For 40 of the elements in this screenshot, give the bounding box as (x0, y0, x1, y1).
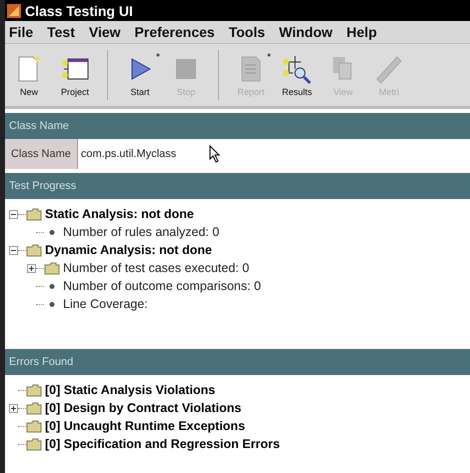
menu-item[interactable]: Test (47, 24, 75, 40)
collapse-icon[interactable] (9, 246, 18, 254)
folder-icon (26, 244, 42, 256)
app-icon (7, 4, 21, 18)
expand-icon[interactable] (9, 404, 18, 412)
menu-item[interactable]: Help (346, 24, 377, 40)
section-header: Errors Found (5, 349, 470, 375)
tree-item[interactable]: Line Coverage: (63, 297, 148, 311)
section-header: Class Name (5, 113, 470, 139)
toolbar-button[interactable]: New (7, 53, 51, 97)
tree-item[interactable]: Static Analysis: not done (45, 207, 194, 221)
cursor-icon (208, 145, 221, 163)
folder-icon (26, 384, 42, 396)
toolbar-button[interactable]: Project (53, 53, 97, 97)
tree-item[interactable]: Dynamic Analysis: not done (45, 243, 212, 257)
tree-item[interactable]: Number of outcome comparisons: 0 (63, 279, 262, 293)
tree-item[interactable]: [0] Static Analysis Violations (45, 383, 216, 397)
tree-magnifier-icon (281, 53, 313, 85)
tree-item[interactable]: [0] Uncaught Runtime Exceptions (45, 419, 246, 433)
folder-icon (26, 420, 42, 432)
field-label: Class Name (5, 139, 78, 169)
tree-item[interactable]: Number of test cases executed: 0 (63, 261, 250, 275)
folder-icon (44, 262, 60, 274)
collapse-icon[interactable] (9, 210, 18, 218)
menu-item[interactable]: View (88, 24, 121, 40)
tree-item[interactable]: [0] Design by Contract Violations (45, 401, 242, 415)
menu-item[interactable]: Window (279, 24, 333, 40)
folder-icon (26, 208, 42, 220)
tree-item[interactable]: [0] Specification and Regression Errors (45, 437, 280, 451)
window-title: Class Testing UI (25, 2, 133, 18)
menu-item[interactable]: File (9, 24, 34, 40)
expand-icon[interactable] (27, 264, 36, 272)
folder-icon (26, 402, 42, 414)
toolbar-button[interactable]: Start (118, 53, 162, 97)
folder-icon (26, 438, 42, 450)
toolbar-button[interactable]: Results (275, 53, 319, 97)
section-header: Test Progress (5, 173, 470, 199)
menu-item[interactable]: Tools (228, 24, 265, 40)
tree-item[interactable]: Number of rules analyzed: 0 (63, 225, 220, 239)
menu-item[interactable]: Preferences (134, 24, 215, 40)
